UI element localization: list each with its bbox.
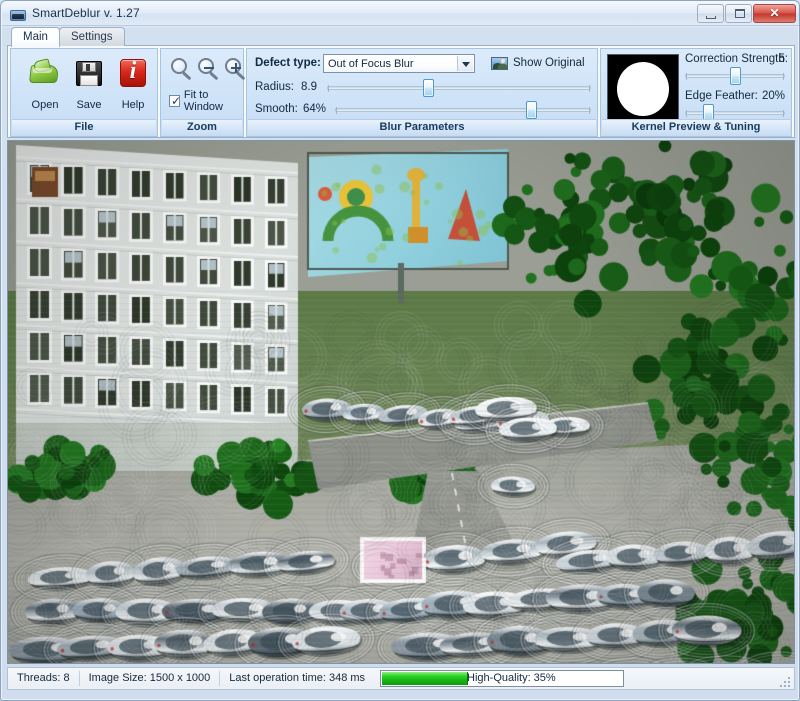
info-icon: i [117, 57, 149, 89]
smooth-label: Smooth: [255, 103, 298, 115]
check-icon: ✓ [171, 94, 182, 108]
edge-feather-row: Edge Feather: 20% [685, 89, 789, 122]
photo-thumbnail-icon [491, 56, 508, 70]
info-icon-glyph: i [129, 58, 137, 84]
app-photo-icon [10, 7, 26, 21]
floppy-disk-icon [73, 57, 105, 89]
group-file: Open Save i Help File [10, 48, 158, 137]
save-button[interactable]: Save [67, 53, 111, 115]
smooth-slider-row: Smooth: 64% [255, 101, 595, 119]
status-last-operation: Last operation time: 348 ms [229, 672, 366, 684]
defect-type-value: Out of Focus Blur [328, 58, 414, 70]
image-viewport[interactable] [7, 140, 795, 664]
photo-canvas [8, 141, 794, 663]
tab-strip: Main Settings [7, 27, 795, 47]
kernel-preview-image [607, 54, 679, 124]
smooth-slider-track[interactable] [335, 107, 591, 114]
fit-to-window-checkbox[interactable]: ✓ Fit to Window [169, 89, 243, 113]
show-original-label: Show Original [513, 57, 585, 69]
ribbon-toolbar: Open Save i Help File ✓ Fit to Window Zo… [7, 45, 795, 138]
maximize-button[interactable] [725, 4, 752, 23]
window-controls: ✕ [697, 4, 796, 23]
progress-bar-label: High-Quality: 35% [467, 672, 556, 684]
close-button[interactable]: ✕ [753, 4, 796, 23]
smooth-slider-handle[interactable] [526, 101, 538, 119]
group-caption-file: File [12, 119, 156, 135]
status-bar: Threads: 8 Image Size: 1500 x 1000 Last … [7, 667, 795, 690]
group-blur-parameters: Defect type: Out of Focus Blur Show Orig… [246, 48, 598, 137]
chevron-down-icon [457, 56, 473, 71]
radius-slider-row: Radius: 8.9 [255, 79, 595, 97]
correction-strength-row: Correction Strength: 5 [685, 52, 789, 85]
tab-main[interactable]: Main [11, 27, 60, 47]
help-button-label: Help [121, 99, 145, 111]
zoom-out-button[interactable] [196, 57, 222, 83]
kernel-disc-icon [617, 62, 669, 116]
status-threads: Threads: 8 [8, 671, 80, 686]
correction-strength-handle[interactable] [729, 67, 741, 85]
window-frame: SmartDeblur v. 1.27 ✕ Main Settings Open… [0, 0, 800, 701]
window-title: SmartDeblur v. 1.27 [32, 6, 140, 20]
fit-to-window-label: Fit to Window [183, 89, 223, 113]
smooth-value: 64% [303, 103, 327, 115]
tab-settings[interactable]: Settings [59, 27, 125, 46]
edge-feather-value: 20% [761, 90, 785, 102]
open-folder-icon [29, 57, 61, 89]
group-caption-zoom: Zoom [162, 119, 242, 135]
close-icon: ✕ [769, 6, 780, 20]
save-button-label: Save [76, 99, 102, 111]
open-button-label: Open [31, 99, 59, 111]
group-caption-kernel: Kernel Preview & Tuning [602, 119, 790, 135]
group-caption-blur: Blur Parameters [248, 119, 596, 135]
deblurred-photo [8, 141, 794, 663]
correction-strength-value: 5 [778, 53, 785, 65]
open-button[interactable]: Open [23, 53, 67, 115]
zoom-reset-button[interactable] [169, 57, 195, 83]
edge-feather-label: Edge Feather: [685, 90, 758, 102]
minimize-button[interactable] [697, 4, 724, 23]
group-kernel-preview: Correction Strength: 5 Edge Feather: 20%… [600, 48, 792, 137]
resize-grip[interactable] [778, 675, 790, 687]
defect-type-label: Defect type: [255, 57, 321, 69]
title-bar[interactable]: SmartDeblur v. 1.27 ✕ [2, 2, 799, 26]
application-window: SmartDeblur v. 1.27 ✕ Main Settings Open… [0, 0, 800, 701]
show-original-button[interactable]: Show Original [487, 53, 589, 73]
correction-strength-label: Correction Strength: [685, 53, 788, 65]
radius-value: 8.9 [301, 81, 317, 93]
group-zoom: ✓ Fit to Window Zoom [160, 48, 246, 137]
edge-feather-track[interactable] [685, 110, 785, 117]
radius-slider-track[interactable] [327, 85, 591, 92]
status-image-size: Image Size: 1500 x 1000 [80, 671, 221, 686]
progress-bar-fill [382, 672, 468, 685]
help-button[interactable]: i Help [111, 53, 155, 115]
checkbox-box: ✓ [169, 94, 182, 108]
radius-label: Radius: [255, 81, 294, 93]
defect-type-dropdown[interactable]: Out of Focus Blur [323, 54, 475, 73]
radius-slider-handle[interactable] [423, 79, 435, 97]
progress-bar: High-Quality: 35% [380, 670, 625, 687]
